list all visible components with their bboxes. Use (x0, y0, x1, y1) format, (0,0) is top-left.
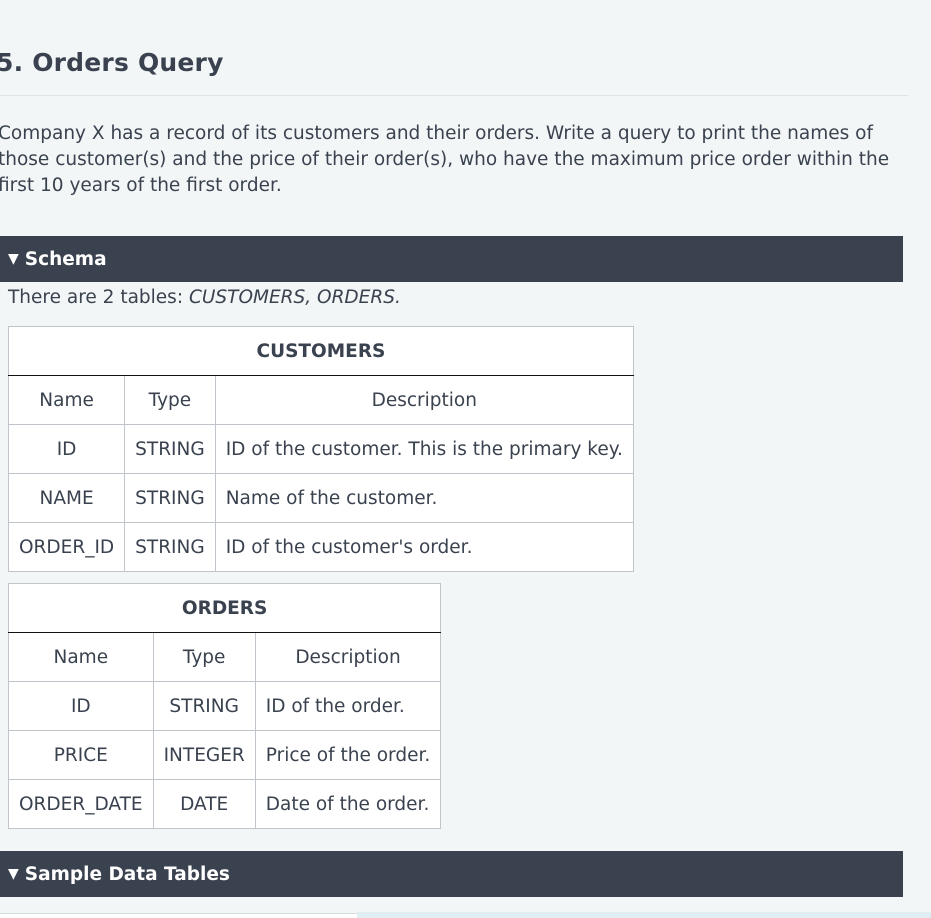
column-header-type: Type (152, 632, 256, 682)
cell-name: ID (7, 424, 126, 474)
table-header-row: Name Type Description (7, 375, 634, 425)
table-row: ORDER_ID STRING ID of the customer's ord… (7, 522, 634, 572)
column-header-type: Type (124, 375, 216, 425)
cell-description: ID of the customer's order. (214, 522, 634, 572)
cell-type: STRING (124, 424, 216, 474)
cell-name: ORDER_DATE (8, 779, 154, 829)
column-header-name: Name (8, 632, 154, 682)
cell-description: Date of the order. (254, 779, 442, 829)
sample-table-edge (0, 913, 357, 918)
cell-name: ORDER_ID (7, 522, 126, 572)
cell-type: STRING (152, 681, 256, 731)
column-header-description: Description (254, 632, 442, 682)
title-divider (0, 95, 908, 96)
table-row: ORDER_DATE DATE Date of the order. (8, 779, 442, 829)
table-row: ID STRING ID of the order. (8, 681, 442, 731)
sample-data-section-label: Sample Data Tables (24, 863, 230, 885)
table-row: PRICE INTEGER Price of the order. (8, 730, 442, 780)
sample-data-section-toggle[interactable]: ▼ Sample Data Tables (0, 851, 903, 897)
customers-schema-table: CUSTOMERS Name Type Description ID STRIN… (7, 326, 634, 572)
column-header-description: Description (214, 375, 634, 425)
table-caption: ORDERS (7, 583, 442, 633)
cell-name: ID (8, 681, 154, 731)
cell-type: STRING (124, 473, 216, 523)
cell-type: DATE (152, 779, 256, 829)
cell-description: ID of the order. (254, 681, 442, 731)
tables-note-prefix: There are 2 tables: (8, 287, 189, 308)
problem-title: 5. Orders Query (0, 48, 224, 77)
cell-name: PRICE (8, 730, 154, 780)
problem-page: 5. Orders Query Company X has a record o… (0, 0, 931, 918)
table-row: ID STRING ID of the customer. This is th… (7, 424, 634, 474)
tables-note: There are 2 tables: CUSTOMERS, ORDERS. (8, 287, 401, 308)
cell-type: INTEGER (152, 730, 256, 780)
schema-section-label: Schema (24, 248, 107, 270)
cell-description: ID of the customer. This is the primary … (214, 424, 634, 474)
schema-section-toggle[interactable]: ▼ Schema (0, 236, 903, 282)
cell-name: NAME (7, 473, 126, 523)
collapse-triangle-icon: ▼ (8, 251, 19, 267)
collapse-triangle-icon: ▼ (8, 866, 19, 882)
orders-schema-table: ORDERS Name Type Description ID STRING I… (7, 583, 442, 829)
table-header-row: Name Type Description (8, 632, 442, 682)
tables-note-names: CUSTOMERS, ORDERS. (188, 287, 401, 308)
cell-type: STRING (124, 522, 216, 572)
cell-description: Price of the order. (254, 730, 442, 780)
table-caption: CUSTOMERS (8, 326, 634, 376)
problem-statement: Company X has a record of its customers … (0, 123, 890, 196)
cell-description: Name of the customer. (214, 473, 634, 523)
table-row: NAME STRING Name of the customer. (7, 473, 634, 523)
column-header-name: Name (7, 375, 126, 425)
sample-table-edge-shaded (357, 912, 931, 918)
